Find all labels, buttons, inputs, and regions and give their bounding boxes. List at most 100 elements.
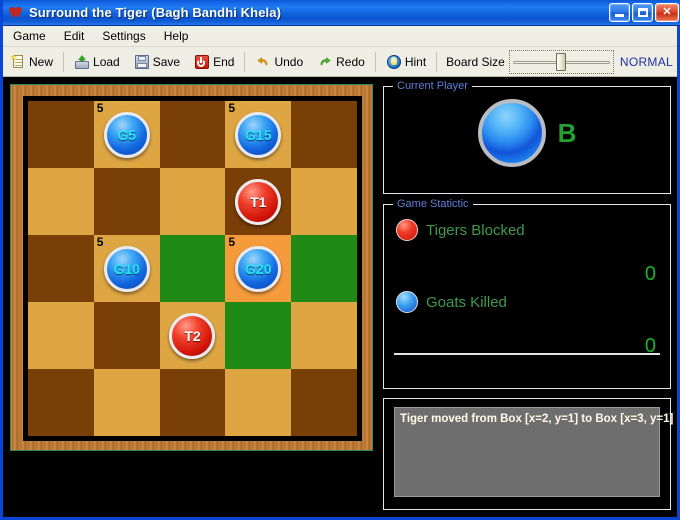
tiger-piece[interactable]: T2: [169, 312, 216, 359]
cell-count-label: 5: [228, 235, 236, 249]
save-button[interactable]: Save: [128, 50, 186, 74]
cell-count-label: 5: [228, 101, 236, 115]
menu-item-edit[interactable]: Edit: [56, 27, 93, 45]
menu-item-game[interactable]: Game: [5, 27, 54, 45]
tiger-paw-icon: [8, 5, 24, 21]
end-button[interactable]: End: [188, 50, 240, 74]
board-cell-0-4[interactable]: [28, 369, 94, 436]
window-title: Surround the Tiger (Bagh Bandhi Khela): [29, 5, 282, 20]
end-button-label: End: [213, 54, 235, 69]
undo-arrow-icon: [255, 54, 271, 70]
tiger-piece[interactable]: T1: [235, 178, 282, 225]
board-cell-2-1[interactable]: [159, 168, 226, 235]
board-cell-0-2[interactable]: [28, 235, 94, 302]
board-cell-3-2[interactable]: 5 G20: [225, 235, 292, 302]
maximize-icon: [638, 8, 648, 17]
menu-item-help[interactable]: Help: [156, 27, 197, 45]
menu-item-settings[interactable]: Settings: [94, 27, 153, 45]
lightbulb-globe-icon: [386, 54, 402, 70]
board-cell-2-0[interactable]: [159, 101, 226, 168]
floppy-disk-icon: [134, 54, 150, 70]
board-size-slider-track[interactable]: [512, 52, 610, 71]
board-cell-4-4[interactable]: [291, 369, 357, 436]
goats-killed-label: Goats Killed: [426, 293, 507, 311]
toolbar: New Load Save End Undo Redo Hint Board S…: [3, 47, 677, 77]
board-cell-3-3[interactable]: [225, 302, 292, 369]
tigers-blocked-value: 0: [644, 263, 656, 285]
board-cell-2-4[interactable]: [159, 369, 226, 436]
board-cell-3-1[interactable]: T1: [225, 168, 292, 235]
window-controls: ✕: [609, 3, 679, 22]
client-area: 5 G5 5 G15 T1 5 G10 5 G20 T2 Current Player B Gam…: [3, 77, 677, 517]
current-player-group-label: Current Player: [393, 80, 472, 92]
maximize-button[interactable]: [632, 3, 653, 22]
new-button[interactable]: New: [4, 50, 59, 74]
load-button[interactable]: Load: [68, 50, 126, 74]
board-cell-1-0[interactable]: 5 G5: [93, 101, 160, 168]
red-ball-icon: [396, 219, 418, 241]
board-cell-0-1[interactable]: [28, 168, 94, 235]
application-window: Surround the Tiger (Bagh Bandhi Khela) ✕…: [0, 0, 680, 520]
game-board[interactable]: 5 G5 5 G15 T1 5 G10 5 G20 T2: [10, 84, 373, 451]
board-size-slider[interactable]: [508, 49, 614, 74]
stat-row-goats-killed: Goats Killed: [396, 291, 507, 313]
right-panel: Current Player B Game Statictic Tigers B…: [383, 80, 674, 510]
goat-piece[interactable]: G15: [235, 111, 282, 158]
close-icon: ✕: [662, 6, 672, 18]
board-cell-1-4[interactable]: [93, 369, 160, 436]
board-cell-3-0[interactable]: 5 G15: [225, 101, 292, 168]
redo-arrow-icon: [317, 54, 333, 70]
board-grid[interactable]: 5 G5 5 G15 T1 5 G10 5 G20 T2: [28, 101, 357, 436]
board-cell-4-3[interactable]: [291, 302, 357, 369]
close-button[interactable]: ✕: [655, 3, 679, 22]
board-cell-2-3[interactable]: T2: [159, 302, 226, 369]
board-cell-0-0[interactable]: [28, 101, 94, 168]
board-cell-2-2[interactable]: [159, 235, 226, 302]
tigers-blocked-label: Tigers Blocked: [426, 221, 525, 239]
stat-row-tigers-blocked: Tigers Blocked: [396, 219, 525, 241]
move-log-message: Tiger moved from Box [x=2, y=1] to Box […: [400, 413, 674, 425]
stats-divider: [394, 353, 660, 355]
new-page-icon: [10, 53, 26, 70]
board-cell-1-3[interactable]: [93, 302, 160, 369]
cell-count-label: 5: [96, 101, 104, 115]
redo-button[interactable]: Redo: [311, 50, 371, 74]
new-button-label: New: [29, 54, 54, 69]
board-size-label: Board Size: [446, 54, 505, 69]
menu-bar: Game Edit Settings Help: [3, 26, 677, 47]
power-off-icon: [194, 54, 210, 70]
board-inner-border: 5 G5 5 G15 T1 5 G10 5 G20 T2: [23, 96, 362, 441]
minimize-icon: [615, 14, 624, 17]
hint-button-label: Hint: [404, 54, 427, 69]
board-cell-0-3[interactable]: [28, 302, 94, 369]
goat-piece[interactable]: G5: [103, 111, 150, 158]
current-player-row: B: [384, 99, 670, 167]
toolbar-separator: [436, 51, 438, 72]
current-player-letter: B: [557, 118, 577, 148]
toolbar-separator: [244, 51, 246, 72]
blue-ball-icon: [396, 291, 418, 313]
folder-open-icon: [74, 54, 90, 70]
board-size-mode-label: NORMAL: [619, 54, 673, 69]
board-cell-1-2[interactable]: 5 G10: [93, 235, 160, 302]
goat-piece[interactable]: G10: [103, 245, 150, 292]
title-bar: Surround the Tiger (Bagh Bandhi Khela) ✕: [3, 0, 680, 26]
redo-button-label: Redo: [336, 54, 365, 69]
board-cell-4-1[interactable]: [291, 168, 357, 235]
slider-thumb[interactable]: [556, 52, 567, 71]
move-log-group: Tiger moved from Box [x=2, y=1] to Box […: [383, 398, 674, 510]
board-cell-4-0[interactable]: [291, 101, 357, 168]
board-wooden-frame: 5 G5 5 G15 T1 5 G10 5 G20 T2: [10, 84, 373, 451]
goat-piece[interactable]: G20: [235, 245, 282, 292]
board-cell-1-1[interactable]: [93, 168, 160, 235]
minimize-button[interactable]: [609, 3, 630, 22]
move-log-box: Tiger moved from Box [x=2, y=1] to Box […: [394, 407, 674, 497]
load-button-label: Load: [93, 54, 120, 69]
board-cell-3-4[interactable]: [225, 369, 292, 436]
toolbar-separator: [374, 51, 376, 72]
board-cell-4-2[interactable]: [291, 235, 357, 302]
hint-button[interactable]: Hint: [380, 50, 432, 74]
undo-button[interactable]: Undo: [249, 50, 309, 74]
blue-ball-icon: [477, 99, 546, 167]
undo-button-label: Undo: [274, 54, 304, 69]
